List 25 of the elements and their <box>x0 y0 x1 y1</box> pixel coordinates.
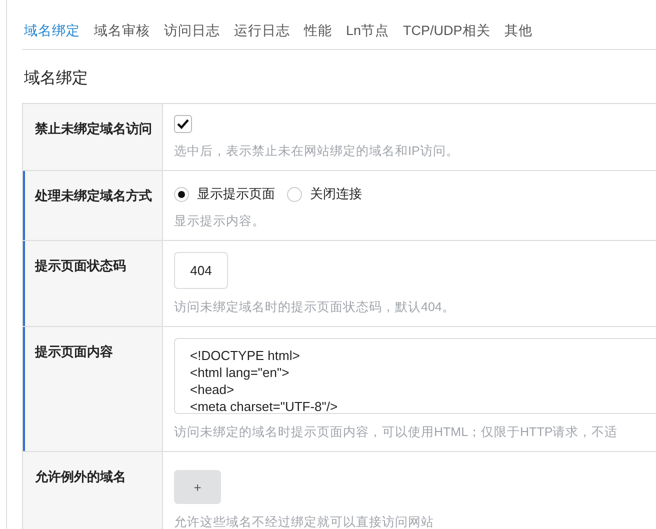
tab[interactable]: 运行日志 <box>234 22 290 40</box>
help-text: 访问未绑定的域名时提示页面内容，可以使用HTML；仅限于HTTP请求，不适 <box>174 424 619 441</box>
help-text: 选中后，表示禁止未在网站绑定的域名和IP访问。 <box>174 143 460 160</box>
radio-option[interactable]: 显示提示页面 <box>174 185 275 203</box>
status-code-field[interactable]: 404 <box>174 252 228 289</box>
help-text: 显示提示内容。 <box>174 213 266 230</box>
field-label: 处理未绑定域名方式 <box>23 171 163 241</box>
tab[interactable]: 域名审核 <box>94 22 150 40</box>
tab[interactable]: Ln节点 <box>346 22 390 40</box>
add-button[interactable]: + <box>174 470 221 504</box>
tab[interactable]: 域名绑定 <box>24 22 80 40</box>
tab[interactable]: TCP/UDP相关 <box>403 22 490 40</box>
field-label: 提示页面状态码 <box>23 241 163 327</box>
help-text: 访问未绑定域名时的提示页面状态码，默认404。 <box>174 299 456 316</box>
tab[interactable]: 访问日志 <box>164 22 220 40</box>
page-content-field[interactable]: <!DOCTYPE html> <html lang="en"> <head> <meta charset="UTF-8"/> <box>174 338 656 414</box>
tab[interactable]: 其他 <box>504 22 532 40</box>
checkbox[interactable] <box>174 115 192 133</box>
field-label: 禁止未绑定域名访问 <box>23 104 163 171</box>
field-label: 提示页面内容 <box>23 327 163 452</box>
field-label: 允许例外的域名 <box>23 452 163 529</box>
section-heading: 域名绑定 <box>24 68 89 89</box>
help-text: 允许这些域名不经过绑定就可以直接访问网站 <box>174 514 435 529</box>
tab[interactable]: 性能 <box>304 22 332 40</box>
radio-option[interactable]: 关闭连接 <box>287 185 362 203</box>
